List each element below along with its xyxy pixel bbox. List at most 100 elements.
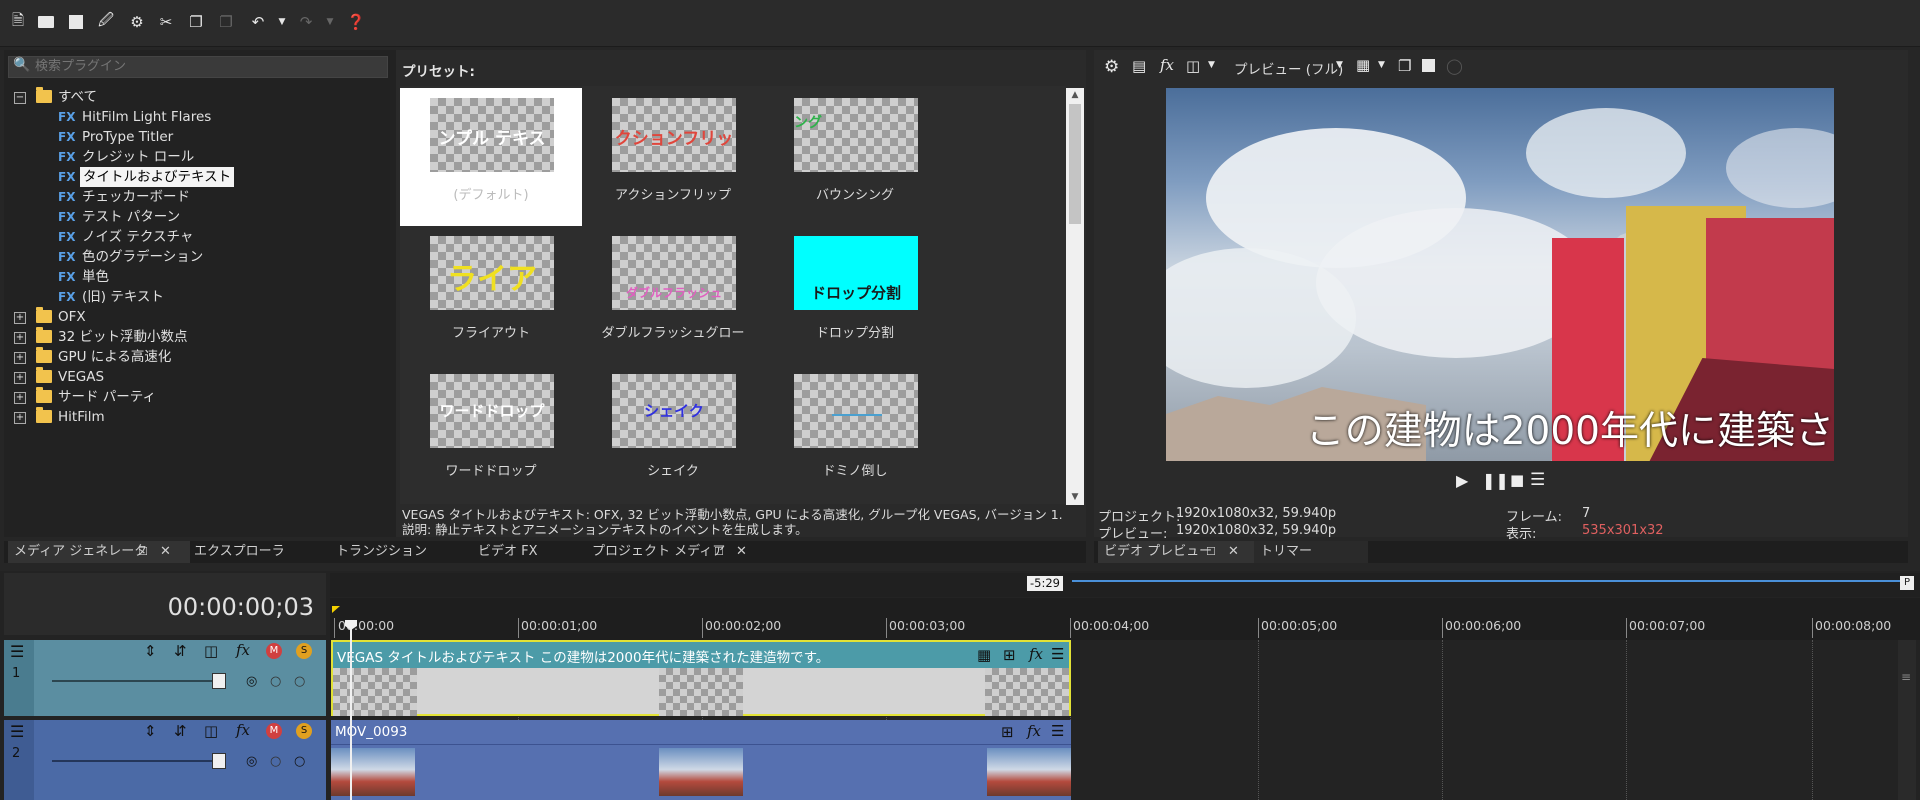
split-screen-icon[interactable]: ◫ xyxy=(1186,57,1200,75)
loop-region-marker[interactable]: -5:29 xyxy=(1027,576,1063,591)
clip-menu-icon[interactable]: ☰ xyxy=(1051,645,1064,663)
tab-explorer[interactable]: エクスプローラ xyxy=(188,541,291,563)
track-header-1[interactable]: ☰ 1 ⇕ ⇵ ◫ fx M S ◎ ○ ○ xyxy=(4,640,326,716)
clip-fx-icon[interactable]: fx xyxy=(1029,645,1043,663)
tree-item[interactable]: テスト パターン xyxy=(82,207,180,227)
tab-video-preview[interactable]: ビデオ プレビュー ☐ ✕ xyxy=(1098,541,1260,563)
close-icon[interactable]: ✕ xyxy=(160,541,171,563)
cut-icon[interactable]: ✂ xyxy=(156,12,176,32)
grid-dropdown-icon[interactable]: ▼ xyxy=(1378,60,1385,70)
tree-root-all[interactable]: すべて xyxy=(58,87,97,107)
motion-blur-icon[interactable]: ◎ xyxy=(246,674,257,689)
track-header-2[interactable]: ☰ 2 ⇕ ⇵ ◫ fx M S ◎ ○ ○ xyxy=(4,720,326,800)
compositing-icon[interactable]: ◫ xyxy=(204,722,218,740)
scrollbar-thumb[interactable] xyxy=(1069,104,1081,224)
preset-word-drop[interactable]: ワードドロップ ワードドロップ xyxy=(400,364,582,502)
tree-item[interactable]: ProType Titler xyxy=(82,127,173,147)
plugin-search-box[interactable]: 🔍 xyxy=(8,56,388,78)
mute-icon[interactable]: M xyxy=(266,723,282,739)
mute-icon[interactable]: M xyxy=(266,643,282,659)
playhead-cursor[interactable] xyxy=(350,622,352,800)
motion-blur-icon[interactable]: ◎ xyxy=(246,754,257,769)
tab-media-generators[interactable]: メディア ジェネレータ ☐ ✕ xyxy=(8,541,190,563)
track-handle[interactable]: ☰ 1 xyxy=(4,640,34,716)
tree-folder[interactable]: OFX xyxy=(58,307,86,327)
chain-icon[interactable]: ○ xyxy=(294,674,305,689)
quality-dropdown-icon[interactable]: ▼ xyxy=(1336,60,1343,70)
tab-trimmer[interactable]: トリマー xyxy=(1254,541,1368,563)
collapse-track-icon[interactable]: ⇵ xyxy=(174,642,187,660)
undock-icon[interactable]: ☐ xyxy=(714,541,724,563)
expand-toggle[interactable]: + xyxy=(14,372,26,384)
preset-fly-out[interactable]: ライア フライアウト xyxy=(400,226,582,364)
marker-end-icon[interactable]: P xyxy=(1900,576,1914,590)
tree-item[interactable]: チェッカーボード xyxy=(82,187,190,207)
opacity-slider-handle[interactable] xyxy=(212,673,226,689)
link-icon[interactable]: ○ xyxy=(270,754,281,769)
close-icon[interactable]: ✕ xyxy=(1228,541,1239,563)
scroll-grip-icon[interactable]: ≡ xyxy=(1901,670,1911,684)
track-fx-icon[interactable]: fx xyxy=(236,721,250,739)
tree-folder[interactable]: 32 ビット浮動小数点 xyxy=(58,327,187,347)
expand-toggle[interactable]: + xyxy=(14,332,26,344)
expand-toggle[interactable]: + xyxy=(14,352,26,364)
copy-icon[interactable]: ❐ xyxy=(186,12,206,32)
save-as-icon[interactable]: 🖉 xyxy=(96,11,116,32)
stop-icon[interactable]: ■ xyxy=(1510,471,1524,489)
track-handle[interactable]: ☰ 2 xyxy=(4,720,34,800)
expand-track-icon[interactable]: ⇕ xyxy=(144,722,157,740)
redo-icon[interactable]: ↷ xyxy=(296,12,316,32)
menu-icon[interactable]: ☰ xyxy=(1530,470,1545,490)
new-file-icon[interactable]: 🗎 xyxy=(8,11,28,32)
save-icon[interactable] xyxy=(66,12,86,32)
opacity-slider-track[interactable] xyxy=(52,680,222,682)
collapse-track-icon[interactable]: ⇵ xyxy=(174,722,187,740)
tab-video-fx[interactable]: ビデオ FX xyxy=(472,541,544,563)
paste-icon[interactable]: ❐ xyxy=(216,12,236,32)
preset-drop-split[interactable]: ドロップ分割 ドロップ分割 xyxy=(764,226,946,364)
clip-menu-icon[interactable]: ☰ xyxy=(1051,722,1064,740)
tab-project-media[interactable]: プロジェクト メディア ☐ ✕ xyxy=(586,541,768,563)
collapse-toggle[interactable]: − xyxy=(14,92,26,104)
preset-shake[interactable]: シェイク シェイク xyxy=(582,364,764,502)
timeline-vertical-scrollbar[interactable]: ≡ xyxy=(1898,640,1916,800)
undo-dropdown-icon[interactable]: ▼ xyxy=(272,12,292,32)
track-menu-icon[interactable]: ☰ xyxy=(10,642,24,661)
event-pan-crop-icon[interactable]: ▦ xyxy=(977,646,991,664)
tree-item[interactable]: 色のグラデーション xyxy=(82,247,203,267)
tree-item[interactable]: HitFilm Light Flares xyxy=(82,107,211,127)
play-icon[interactable]: ▶ xyxy=(1456,471,1468,490)
solo-icon[interactable]: S xyxy=(296,723,312,739)
tree-folder[interactable]: VEGAS xyxy=(58,367,104,387)
copy-snapshot-icon[interactable]: ❐ xyxy=(1398,57,1411,75)
tree-folder[interactable]: サード パーティ xyxy=(58,387,156,407)
track-fx-icon[interactable]: fx xyxy=(236,641,250,659)
loop-region-bar[interactable] xyxy=(1072,580,1900,582)
in-point-icon[interactable] xyxy=(332,606,340,613)
tree-item[interactable]: (旧) テキスト xyxy=(82,287,164,307)
track-menu-icon[interactable]: ☰ xyxy=(10,722,24,741)
compositing-icon[interactable]: ◫ xyxy=(204,642,218,660)
chain-icon[interactable]: ○ xyxy=(294,754,305,769)
sync-icon[interactable]: ◯ xyxy=(1446,57,1463,75)
plugin-search-input[interactable] xyxy=(35,57,380,75)
crop-icon[interactable]: ⊞ xyxy=(1003,646,1016,664)
clip-fx-icon[interactable]: fx xyxy=(1027,722,1041,740)
presets-scrollbar[interactable]: ▲ ▼ xyxy=(1066,88,1084,505)
help-pointer-icon[interactable]: ❓ xyxy=(346,12,366,32)
split-dropdown-icon[interactable]: ▼ xyxy=(1208,60,1215,70)
scroll-up-icon[interactable]: ▲ xyxy=(1068,88,1082,102)
video-clip-mov0093[interactable]: MOV_0093 ⊞ fx ☰ xyxy=(331,720,1071,800)
external-monitor-icon[interactable]: ▤ xyxy=(1132,57,1146,75)
grid-icon[interactable]: ▦ xyxy=(1356,56,1370,74)
preset-action-flip[interactable]: クションフリッ アクションフリップ xyxy=(582,88,764,226)
tree-folder[interactable]: HitFilm xyxy=(58,407,105,427)
preset-domino[interactable]: ドミノ倒し xyxy=(764,364,946,502)
pause-icon[interactable]: ❚❚ xyxy=(1482,471,1509,490)
redo-dropdown-icon[interactable]: ▼ xyxy=(320,12,340,32)
preview-settings-icon[interactable]: ⚙ xyxy=(1104,57,1119,77)
expand-toggle[interactable]: + xyxy=(14,392,26,404)
tree-item[interactable]: クレジット ロール xyxy=(82,147,194,167)
open-folder-icon[interactable] xyxy=(36,12,56,32)
solo-icon[interactable]: S xyxy=(296,643,312,659)
